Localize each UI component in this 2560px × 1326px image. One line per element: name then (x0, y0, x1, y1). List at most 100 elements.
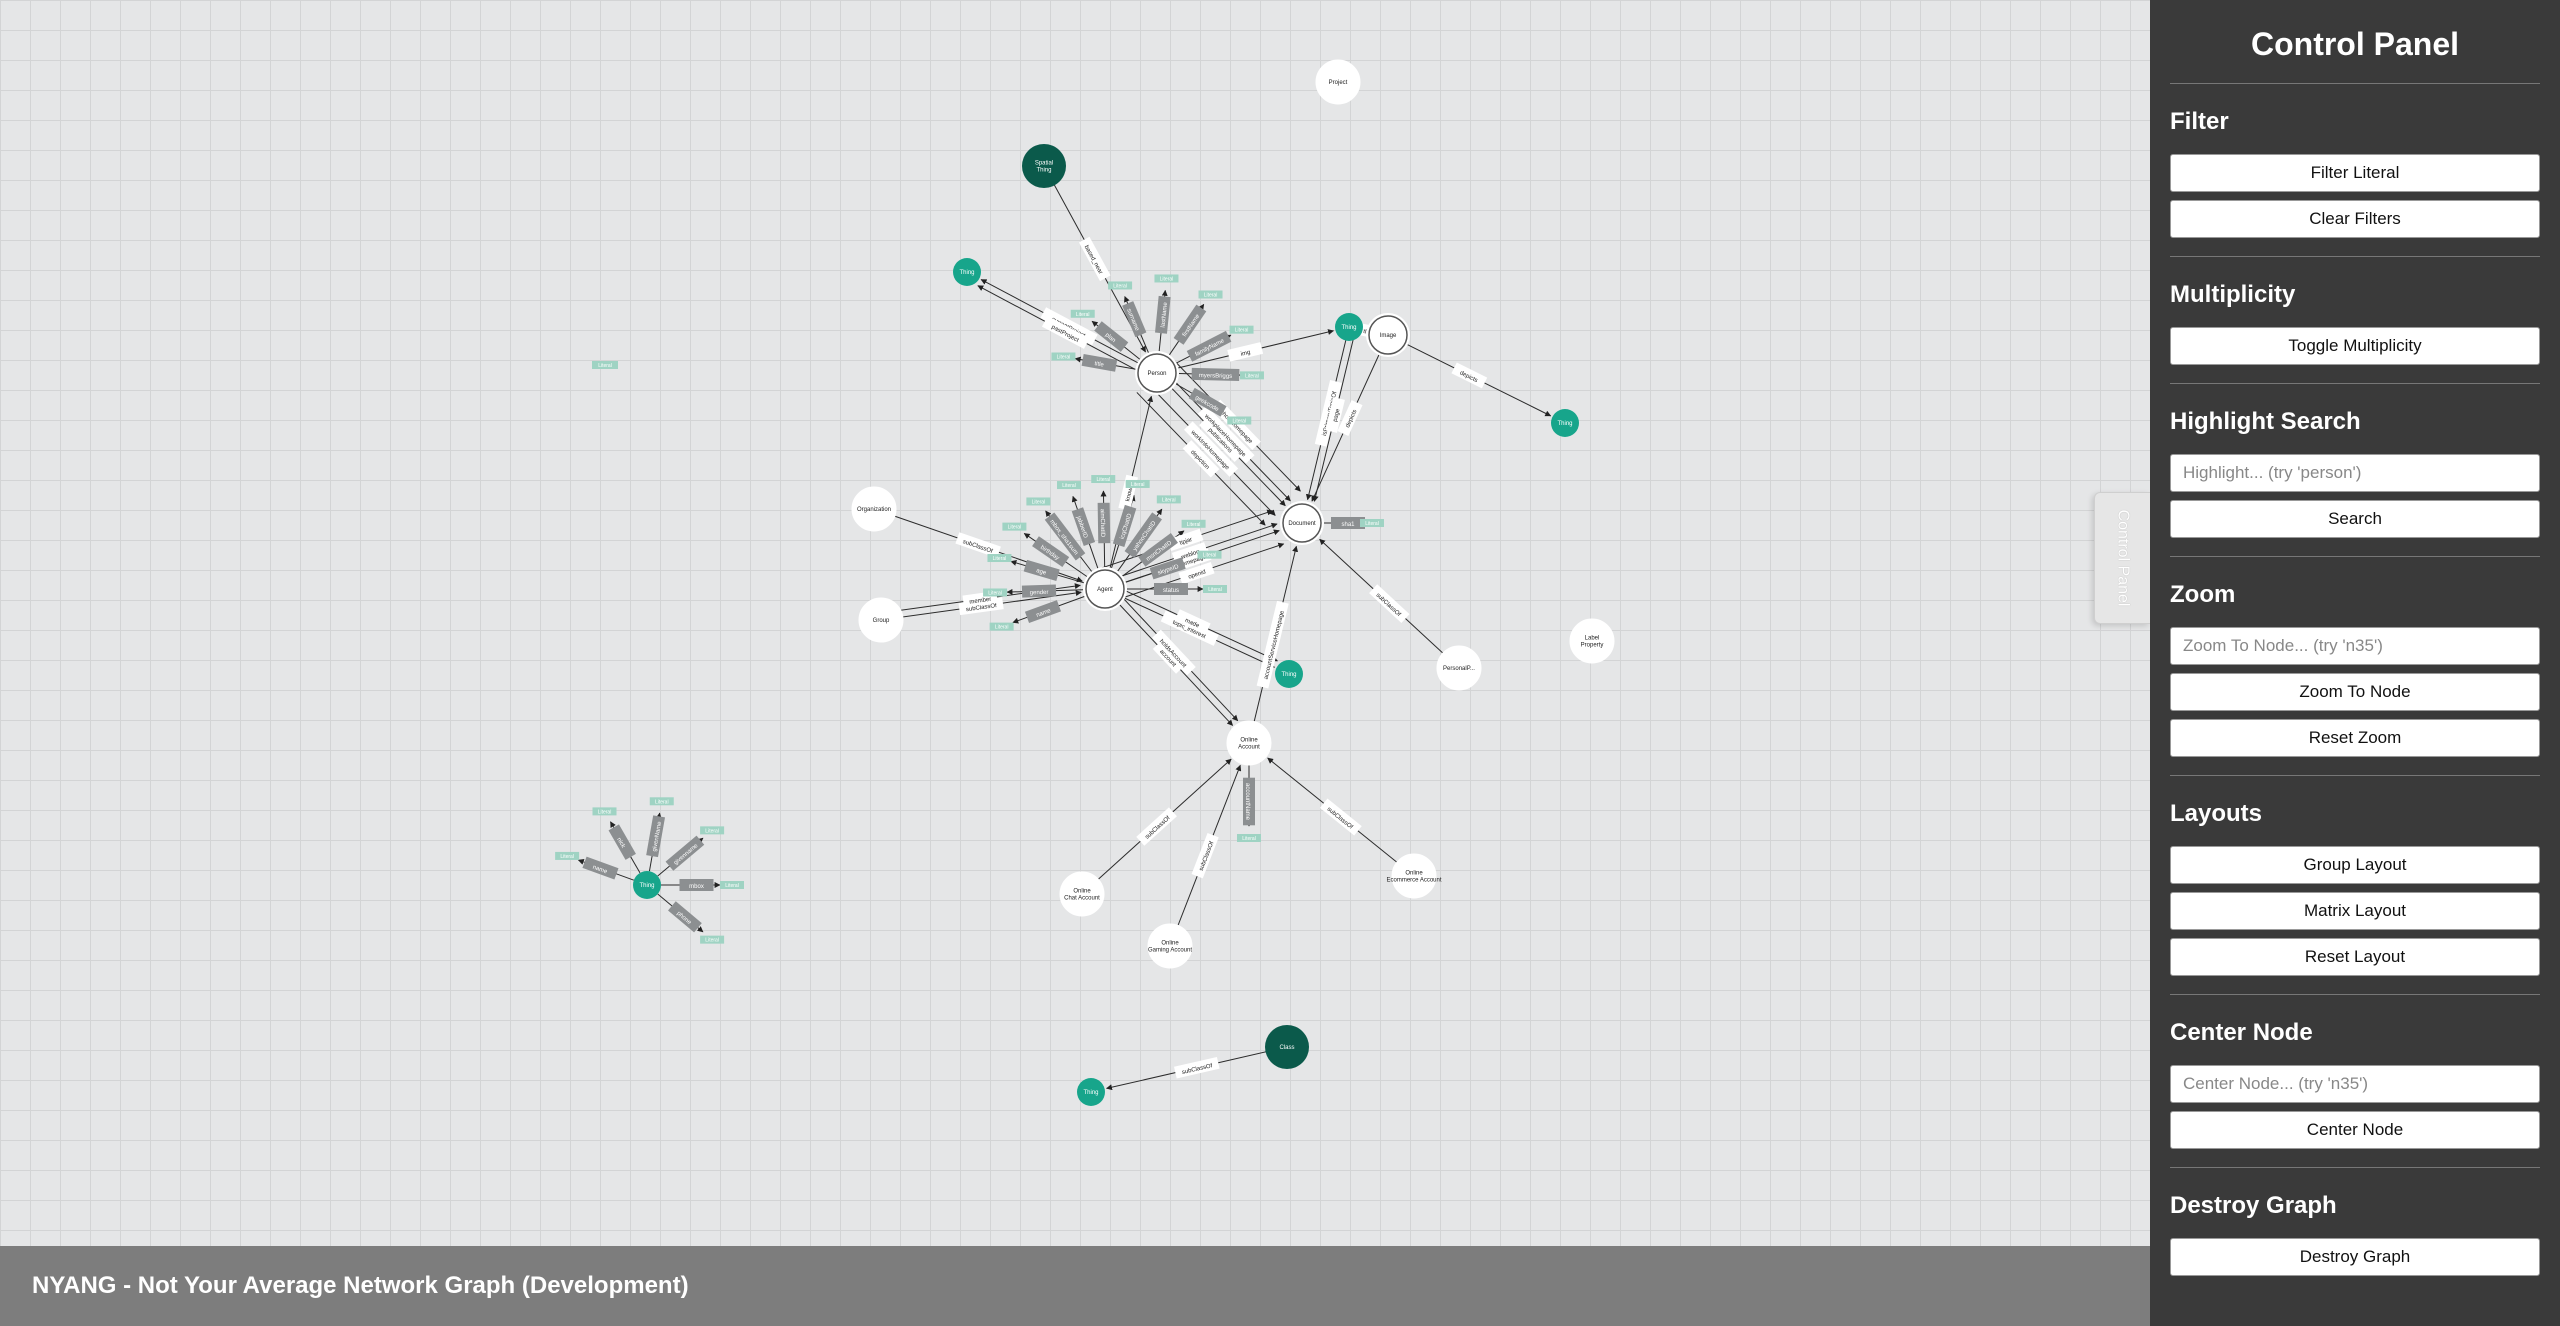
literal-node[interactable]: Literal (1239, 371, 1264, 380)
literal-edge-10-label-text: gender (1030, 590, 1049, 597)
literal-node[interactable]: Literal (1002, 522, 1027, 531)
filter-section: Filter Filter Literal Clear Filters (2170, 84, 2540, 257)
literal-node[interactable]: Literal (700, 826, 725, 835)
literal-node[interactable]: Literal (1026, 497, 1051, 506)
graph-node-label: Image (1380, 333, 1397, 339)
matrix-layout-button[interactable]: Matrix Layout (2170, 892, 2540, 930)
graph-node-t4[interactable]: Thing (1275, 660, 1303, 688)
center-node-heading: Center Node (2170, 1019, 2313, 1046)
zoom-to-node-button[interactable]: Zoom To Node (2170, 673, 2540, 711)
literal-node[interactable]: Literal (1229, 325, 1254, 334)
literal-node[interactable]: Literal (649, 797, 674, 806)
graph-node-label: Person (1147, 371, 1166, 377)
reset-zoom-button[interactable]: Reset Zoom (2170, 719, 2540, 757)
graph-node-ogame[interactable]: OnlineGaming Account (1147, 923, 1193, 969)
graph-node-label: Online (1405, 871, 1423, 877)
floating-literal-node[interactable]: Literal (592, 361, 618, 369)
literal-node[interactable]: Literal (1156, 495, 1181, 504)
graph-node-image[interactable]: Image (1366, 313, 1410, 357)
literal-edge-20-label: status (1154, 583, 1188, 595)
literal-node[interactable]: Literal (1203, 585, 1227, 593)
graph-node-online[interactable]: OnlineAccount (1226, 720, 1272, 766)
literal-edge-26-label-text: mbox (689, 884, 704, 890)
literal-node[interactable]: Literal (989, 622, 1014, 631)
network-graph[interactable]: based_nearcurrentProjectpastProjectimgpu… (0, 0, 2150, 1246)
literal-node[interactable]: Literal (1198, 290, 1223, 299)
literal-node[interactable]: Literal (1227, 416, 1252, 425)
control-panel-toggle-tab[interactable]: Control Panel (2094, 492, 2150, 624)
center-node-button[interactable]: Center Node (2170, 1111, 2540, 1149)
graph-node-t1[interactable]: Thing (953, 258, 981, 286)
graph-node-persdoc[interactable]: PersonalP... (1436, 645, 1482, 691)
graph-node-spatial[interactable]: SpatialThing (1022, 144, 1066, 188)
literal-node[interactable]: Literal (1197, 550, 1222, 559)
center-node-input[interactable] (2170, 1065, 2540, 1103)
literal-node[interactable]: Literal (1091, 475, 1116, 484)
edge-31-label: subClassOf (1174, 1056, 1220, 1079)
graph-node-t6[interactable]: Thing (1077, 1078, 1105, 1106)
graph-node-labelprop[interactable]: LabelProperty (1569, 618, 1615, 664)
graph-node-t3[interactable]: Thing (1551, 409, 1579, 437)
literal-node-text: Literal (1208, 587, 1222, 593)
literal-edge-15-label-text: aimChatID (1099, 509, 1105, 538)
filter-literal-button[interactable]: Filter Literal (2170, 154, 2540, 192)
literal-edge-8-label-text: sha1 (1341, 522, 1355, 528)
destroy-graph-heading: Destroy Graph (2170, 1192, 2337, 1219)
literal-node-text: Literal (705, 828, 719, 834)
graph-node-t5[interactable]: Thing (633, 871, 661, 899)
literal-node[interactable]: Literal (1181, 519, 1206, 528)
literal-edge-4-label: firstName (1173, 304, 1207, 345)
literal-node[interactable]: Literal (1125, 479, 1150, 488)
graph-node-agent[interactable]: Agent (1083, 567, 1127, 611)
center-node-section: Center Node Center Node (2170, 995, 2540, 1168)
literal-node-text: Literal (560, 854, 574, 860)
literal-edge-27-label: phone (668, 901, 702, 933)
literal-edge-1-label: plan (1094, 321, 1129, 352)
graph-node-ochat[interactable]: OnlineChat Account (1059, 871, 1105, 917)
graph-node-label: Online (1073, 889, 1091, 895)
literal-node[interactable]: Literal (1154, 274, 1179, 283)
literal-node[interactable]: Literal (555, 851, 580, 860)
graph-node-label: Ecommerce Account (1386, 878, 1441, 884)
literal-edge-15-label: aimChatID (1097, 502, 1111, 544)
graph-node-label: Project (1329, 80, 1348, 86)
highlight-search-input[interactable] (2170, 454, 2540, 492)
graph-node-class[interactable]: Class (1265, 1025, 1309, 1069)
graph-node-proj[interactable]: Project (1315, 59, 1361, 105)
graph-node-label: Spatial (1035, 161, 1053, 167)
graph-node-label: Document (1288, 521, 1316, 527)
graph-canvas[interactable]: based_nearcurrentProjectpastProjectimgpu… (0, 0, 2150, 1246)
graph-node-doc[interactable]: Document (1280, 501, 1324, 545)
graph-node-person[interactable]: Person (1135, 351, 1179, 395)
literal-node[interactable]: Literal (1051, 352, 1076, 361)
literal-edge-11-label: age (1023, 559, 1060, 581)
toggle-multiplicity-button[interactable]: Toggle Multiplicity (2170, 327, 2540, 365)
literal-node[interactable]: Literal (700, 935, 725, 944)
clear-filters-button[interactable]: Clear Filters (2170, 200, 2540, 238)
graph-node-label: Thing (1281, 672, 1296, 678)
destroy-graph-button[interactable]: Destroy Graph (2170, 1238, 2540, 1276)
literal-node[interactable]: Literal (1237, 834, 1261, 842)
zoom-to-node-input[interactable] (2170, 627, 2540, 665)
reset-layout-button[interactable]: Reset Layout (2170, 938, 2540, 976)
literal-node[interactable]: Literal (1057, 481, 1082, 490)
literal-edge-9-label: name (1024, 600, 1062, 624)
literal-node[interactable]: Literal (1108, 281, 1133, 290)
literal-node[interactable]: Literal (983, 588, 1008, 597)
literal-node-text: Literal (1232, 419, 1246, 425)
literal-edge-3-label: lastName (1155, 295, 1171, 334)
literal-edge-2-label: surname (1122, 301, 1147, 338)
literal-node[interactable]: Literal (592, 807, 617, 816)
graph-node-group[interactable]: Group (858, 597, 904, 643)
literal-node-text: Literal (655, 799, 669, 805)
search-button[interactable]: Search (2170, 500, 2540, 538)
group-layout-button[interactable]: Group Layout (2170, 846, 2540, 884)
graph-node-label: PersonalP... (1443, 666, 1475, 672)
literal-edge-6-label: myersBriggs (1191, 367, 1240, 382)
literal-node[interactable]: Literal (987, 554, 1012, 563)
graph-node-org[interactable]: Organization (851, 486, 897, 532)
literal-node[interactable]: Literal (1360, 519, 1384, 527)
literal-node[interactable]: Literal (720, 881, 744, 889)
graph-node-t2[interactable]: Thing (1335, 313, 1363, 341)
literal-node[interactable]: Literal (1070, 309, 1095, 318)
